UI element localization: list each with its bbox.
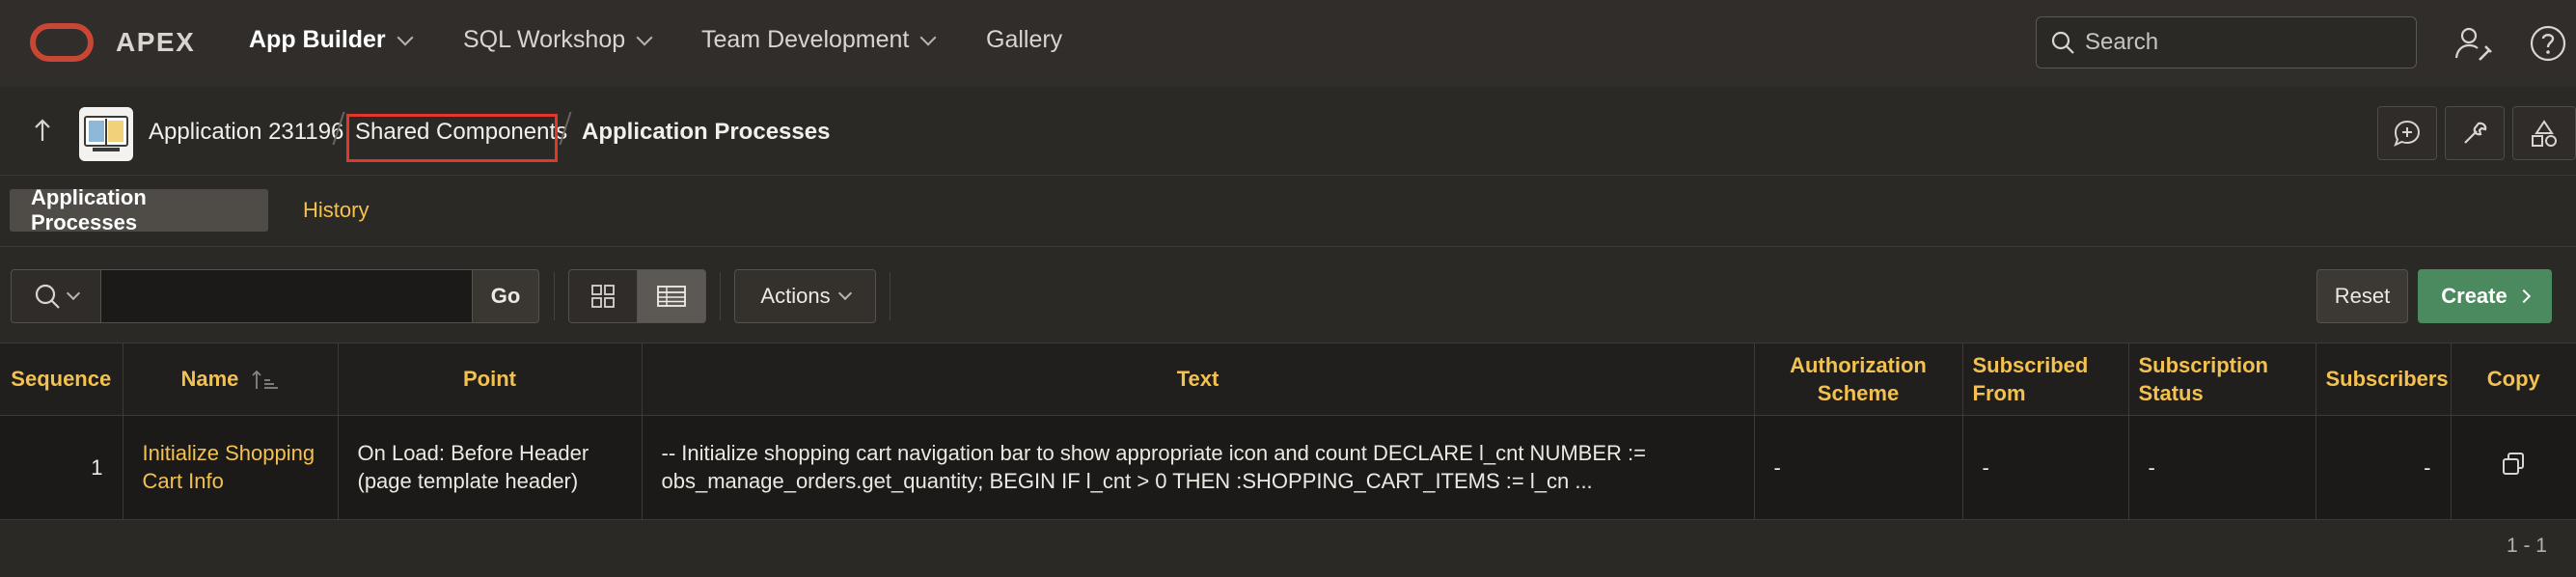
apex-brand[interactable]: APEX xyxy=(116,27,195,58)
icon-view-button[interactable] xyxy=(568,269,638,323)
user-settings-icon xyxy=(2454,27,2492,61)
help-icon xyxy=(2530,25,2566,62)
tab-application-processes[interactable]: Application Processes xyxy=(10,185,268,234)
chevron-right-icon xyxy=(2516,288,2531,304)
report-search-input[interactable] xyxy=(100,269,473,323)
column-header-text[interactable]: Text xyxy=(642,343,1755,416)
nav-gallery-label: Gallery xyxy=(986,26,1063,53)
cell-subscribed-from: - xyxy=(1962,415,2129,520)
up-arrow-button[interactable] xyxy=(29,116,56,145)
search-icon xyxy=(35,284,60,309)
column-header-point-label: Point xyxy=(463,367,516,392)
search-input[interactable] xyxy=(2085,29,2394,56)
go-button[interactable]: Go xyxy=(472,269,539,323)
actions-label: Actions xyxy=(760,284,831,308)
table-icon xyxy=(657,286,686,307)
shapes-button[interactable] xyxy=(2512,106,2576,160)
column-header-copy-label: Copy xyxy=(2486,367,2540,392)
sort-ascending-icon xyxy=(251,371,278,390)
user-settings-button[interactable] xyxy=(2451,21,2495,66)
column-header-copy: Copy xyxy=(2451,343,2576,416)
shared-components-highlight xyxy=(346,114,558,162)
application-book-icon xyxy=(84,116,128,151)
search-column-menu[interactable] xyxy=(11,269,101,323)
column-header-subscription-status-label: Subscription Status xyxy=(2138,352,2268,405)
global-search[interactable] xyxy=(2036,16,2417,69)
column-header-authorization-scheme-label: Authorization Scheme xyxy=(1790,352,1927,405)
oracle-logo-icon[interactable] xyxy=(30,23,94,62)
cell-subscribers: - xyxy=(2316,415,2452,520)
top-navigation-bar: APEX App Builder SQL Workshop Team Devel… xyxy=(0,0,2576,87)
cell-point: On Load: Before Header (page template he… xyxy=(338,415,643,520)
chevron-down-icon xyxy=(397,29,414,45)
toolbar-divider xyxy=(890,272,891,320)
nav-sql-workshop-label: SQL Workshop xyxy=(463,26,626,53)
pagination-info: 1 - 1 xyxy=(2506,535,2547,557)
application-processes-table: Sequence Name Point Text Authorization S… xyxy=(0,343,2576,520)
comment-add-button[interactable] xyxy=(2377,106,2437,160)
chevron-down-icon xyxy=(919,29,937,45)
nav-team-development[interactable]: Team Development xyxy=(701,26,937,54)
column-header-subscription-status[interactable]: Subscription Status xyxy=(2128,343,2316,416)
column-header-subscribers-label: Subscribers xyxy=(2325,367,2449,392)
wrench-icon xyxy=(2464,122,2487,144)
comment-add-icon xyxy=(2394,120,2421,147)
create-label: Create xyxy=(2441,284,2507,308)
column-header-sequence[interactable]: Sequence xyxy=(0,343,123,416)
arrow-up-icon xyxy=(35,119,50,141)
table-row: 1 Initialize Shopping Cart Info On Load:… xyxy=(0,415,2576,520)
search-icon xyxy=(2051,31,2074,54)
column-header-subscribers[interactable]: Subscribers xyxy=(2316,343,2452,416)
create-button[interactable]: Create xyxy=(2418,269,2552,323)
table-header-row: Sequence Name Point Text Authorization S… xyxy=(0,343,2576,416)
nav-gallery[interactable]: Gallery xyxy=(986,26,1062,54)
nav-team-development-label: Team Development xyxy=(701,26,910,53)
report-view-button[interactable] xyxy=(637,269,706,323)
column-header-subscribed-from-label: Subscribed From xyxy=(1972,352,2089,405)
cell-authorization-scheme: - xyxy=(1754,415,1963,520)
column-header-name[interactable]: Name xyxy=(123,343,339,416)
tab-history[interactable]: History xyxy=(282,189,390,232)
tab-bar: Application Processes History xyxy=(0,176,2576,247)
application-icon[interactable] xyxy=(79,107,133,161)
cell-sequence: 1 xyxy=(0,415,123,520)
process-name-link[interactable]: Initialize Shopping Cart Info xyxy=(143,441,315,493)
reset-button[interactable]: Reset xyxy=(2316,269,2408,323)
nav-app-builder-label: App Builder xyxy=(249,26,386,53)
column-header-point[interactable]: Point xyxy=(338,343,643,416)
column-header-subscribed-from[interactable]: Subscribed From xyxy=(1962,343,2129,416)
nav-app-builder[interactable]: App Builder xyxy=(249,26,414,54)
shapes-icon xyxy=(2532,120,2557,147)
wrench-button[interactable] xyxy=(2445,106,2505,160)
toolbar-divider xyxy=(720,272,721,320)
toolbar-divider xyxy=(554,272,555,320)
grid-icon xyxy=(591,285,615,308)
cell-subscription-status: - xyxy=(2128,415,2316,520)
chevron-down-icon xyxy=(837,286,852,301)
actions-menu-button[interactable]: Actions xyxy=(734,269,876,323)
chevron-down-icon xyxy=(66,286,81,301)
cell-text: -- Initialize shopping cart navigation b… xyxy=(642,415,1755,520)
breadcrumb-current-page: Application Processes xyxy=(582,119,831,145)
column-header-name-label: Name xyxy=(180,367,239,392)
report-toolbar: Go Actions Reset Create xyxy=(0,247,2576,343)
cell-name: Initialize Shopping Cart Info xyxy=(123,415,339,520)
help-button[interactable] xyxy=(2526,21,2570,66)
copy-icon[interactable] xyxy=(2500,451,2527,478)
column-header-text-label: Text xyxy=(1176,367,1219,392)
cell-copy xyxy=(2451,415,2576,520)
chevron-down-icon xyxy=(636,29,653,45)
breadcrumb-application[interactable]: Application 231196 xyxy=(149,119,343,146)
column-header-sequence-label: Sequence xyxy=(11,367,112,392)
column-header-authorization-scheme[interactable]: Authorization Scheme xyxy=(1754,343,1963,416)
nav-sql-workshop[interactable]: SQL Workshop xyxy=(463,26,653,54)
